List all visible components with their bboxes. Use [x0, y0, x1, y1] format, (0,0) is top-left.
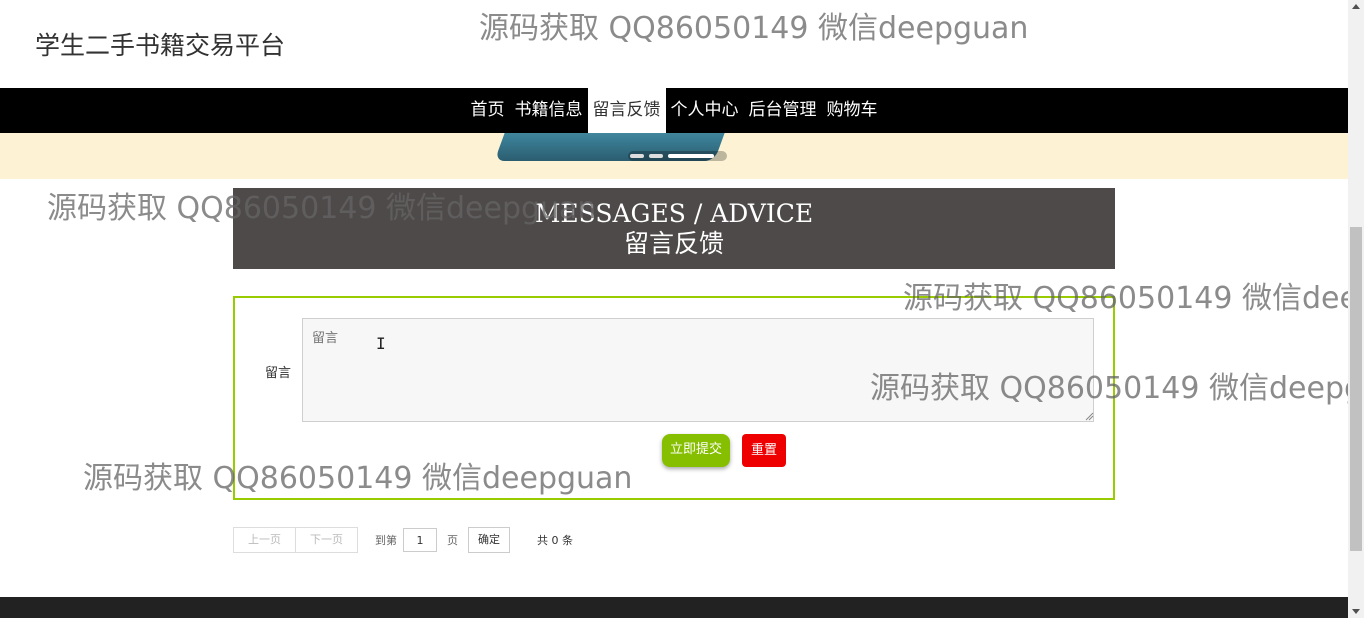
pagination: 上一页 下一页 到第 1 页 确定 共 0 条 [233, 527, 573, 553]
message-form: 留言 I 立即提交 重置 [233, 296, 1115, 500]
text-cursor-icon: I [376, 334, 386, 353]
carousel-dot[interactable] [649, 154, 663, 158]
message-label: 留言 [265, 366, 292, 381]
section-title-en: MESSAGES / ADVICE [534, 199, 814, 228]
carousel-indicators [628, 151, 727, 161]
nav-item-messages[interactable]: 留言反馈 [587, 88, 666, 133]
section-header: MESSAGES / ADVICE 留言反馈 [233, 188, 1115, 269]
submit-button[interactable]: 立即提交 [662, 434, 730, 467]
main-nav: 首页 书籍信息 留言反馈 个人中心 后台管理 购物车 [0, 88, 1348, 133]
carousel-dot-active[interactable] [668, 154, 714, 158]
carousel-dot[interactable] [630, 154, 644, 158]
scrollbar-thumb[interactable] [1350, 227, 1362, 551]
next-page-button[interactable]: 下一页 [296, 527, 358, 553]
nav-item-profile[interactable]: 个人中心 [666, 88, 744, 133]
section-title-cn: 留言反馈 [623, 229, 724, 258]
scroll-up-icon[interactable] [1352, 4, 1360, 9]
page-number-input[interactable]: 1 [403, 528, 437, 552]
banner-carousel [0, 133, 1348, 179]
resize-handle-icon[interactable] [1084, 411, 1094, 421]
goto-prefix: 到第 [375, 534, 397, 547]
nav-item-admin[interactable]: 后台管理 [744, 88, 822, 133]
nav-item-cart[interactable]: 购物车 [822, 88, 883, 133]
goto-suffix: 页 [447, 534, 458, 547]
nav-item-books[interactable]: 书籍信息 [510, 88, 588, 133]
scroll-down-icon[interactable] [1352, 609, 1360, 614]
footer [0, 597, 1348, 618]
total-count: 共 0 条 [537, 534, 573, 547]
goto-confirm-button[interactable]: 确定 [468, 527, 510, 553]
site-title: 学生二手书籍交易平台 [35, 31, 286, 60]
prev-page-button[interactable]: 上一页 [233, 527, 296, 553]
nav-item-home[interactable]: 首页 [466, 88, 510, 133]
watermark: 源码获取 QQ86050149 微信deepguan [479, 11, 1029, 46]
message-textarea[interactable] [302, 318, 1094, 422]
reset-button[interactable]: 重置 [742, 434, 786, 467]
vertical-scrollbar[interactable] [1348, 0, 1364, 618]
